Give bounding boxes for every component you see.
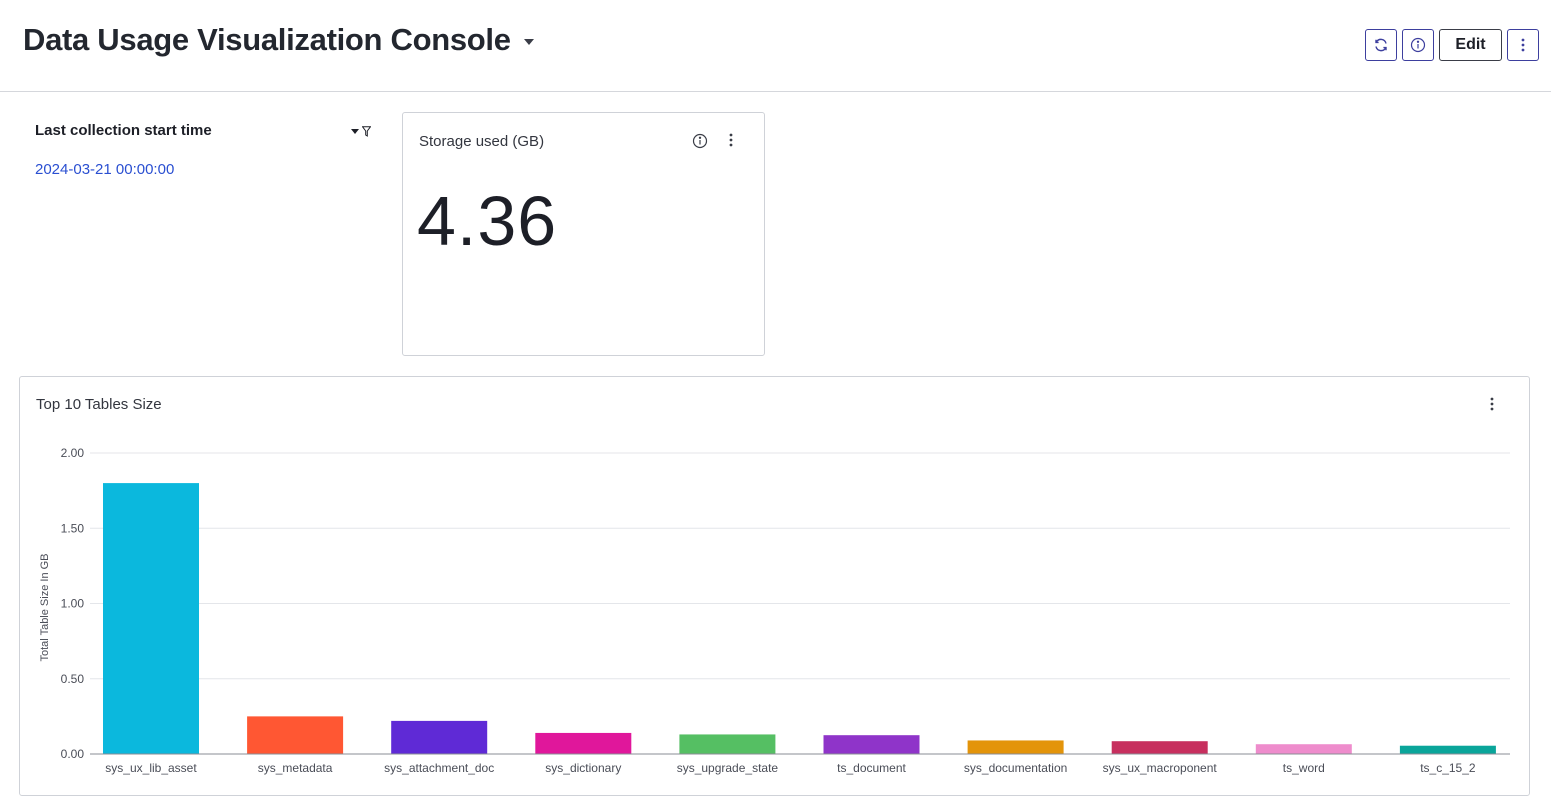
date-filter-widget: Last collection start time 2024-03-21 00… xyxy=(35,122,375,178)
x-tick-label: ts_document xyxy=(837,761,906,775)
y-tick-label: 0.50 xyxy=(61,672,85,686)
bar xyxy=(103,483,199,754)
dashboard-title-selector[interactable]: Data Usage Visualization Console xyxy=(23,22,534,58)
dashboard-header: Data Usage Visualization Console Edit xyxy=(0,0,1551,92)
bar xyxy=(1399,745,1496,754)
refresh-button[interactable] xyxy=(1365,29,1397,61)
page-title: Data Usage Visualization Console xyxy=(23,22,511,57)
top-tables-chart-card: Top 10 Tables Size 0.00 0.50 1.00 1.50 2.00 T… xyxy=(19,376,1530,796)
x-tick-label: sys_attachment_doc xyxy=(384,761,494,775)
edit-button[interactable]: Edit xyxy=(1439,29,1502,61)
filter-dropdown-toggle[interactable] xyxy=(351,126,371,137)
info-icon[interactable] xyxy=(692,133,708,154)
bar xyxy=(247,716,344,754)
storage-used-card: Storage used (GB) 4.36 xyxy=(402,112,765,356)
chevron-down-icon[interactable] xyxy=(523,39,534,45)
info-icon xyxy=(1410,37,1426,53)
more-options-button[interactable] xyxy=(1507,29,1539,61)
more-vertical-icon[interactable] xyxy=(729,133,733,152)
x-tick-label: sys_documentation xyxy=(964,761,1067,775)
x-tick-label: ts_word xyxy=(1283,761,1325,775)
bar xyxy=(535,732,632,754)
bar xyxy=(1255,744,1352,754)
more-vertical-icon xyxy=(1521,38,1525,52)
bar-chart: 0.00 0.50 1.00 1.50 2.00 Total Table Size In … xyxy=(39,446,1510,775)
chevron-down-icon[interactable] xyxy=(351,129,359,134)
x-tick-label: sys_ux_macroponent xyxy=(1103,761,1218,775)
y-tick-label: 1.50 xyxy=(61,521,85,535)
y-tick-label: 0.00 xyxy=(61,747,85,761)
filter-value-link[interactable]: 2024-03-21 00:00:00 xyxy=(35,161,375,178)
x-tick-label: sys_metadata xyxy=(258,761,333,775)
x-tick-label: sys_ux_lib_asset xyxy=(105,761,197,775)
filter-title: Last collection start time xyxy=(35,122,212,139)
bar xyxy=(679,734,776,754)
bar xyxy=(1111,741,1208,754)
card-title: Storage used (GB) xyxy=(419,133,545,150)
info-button[interactable] xyxy=(1402,29,1434,61)
storage-value: 4.36 xyxy=(417,182,558,260)
filter-icon[interactable] xyxy=(362,126,371,137)
bar xyxy=(967,740,1064,754)
y-tick-label: 1.00 xyxy=(61,597,85,611)
bar xyxy=(391,720,488,754)
y-tick-label: 2.00 xyxy=(61,446,85,460)
y-axis-title: Total Table Size In GB xyxy=(39,553,51,661)
refresh-icon xyxy=(1375,38,1387,52)
x-tick-label: ts_c_15_2 xyxy=(1420,761,1476,775)
x-tick-label: sys_upgrade_state xyxy=(677,761,779,775)
bar xyxy=(823,735,920,754)
x-tick-label: sys_dictionary xyxy=(545,761,621,775)
